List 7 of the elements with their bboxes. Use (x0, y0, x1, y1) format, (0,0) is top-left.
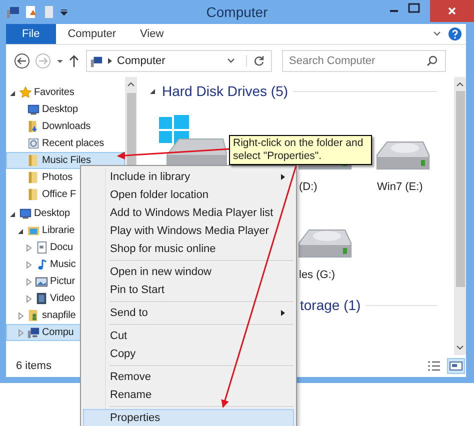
address-path: Computer (117, 55, 166, 67)
callout-tooltip: Right-click on the folder and select "Properties". (229, 135, 372, 165)
window-title: Computer (206, 4, 268, 20)
drive-label: Win7 (E:) (376, 181, 423, 193)
drive-label: les (G:) (298, 269, 336, 281)
status-text: 6 items (16, 360, 52, 372)
drive-label: (D:) (298, 181, 318, 193)
